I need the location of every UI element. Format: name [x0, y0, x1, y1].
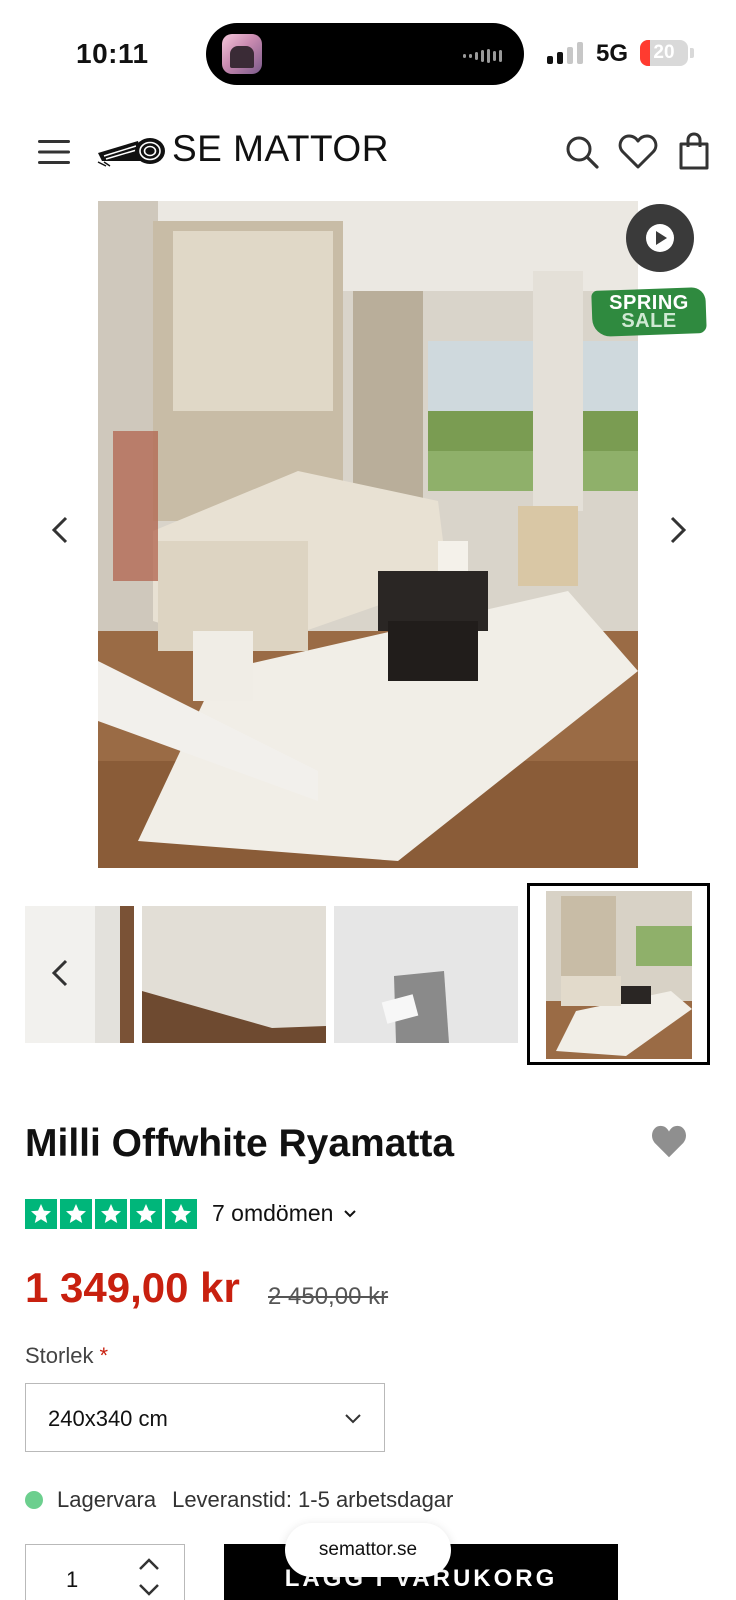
network-type: 5G [596, 40, 629, 67]
stock-label: Lagervara [57, 1487, 157, 1512]
battery-level: 20 [653, 42, 675, 63]
rolled-rug-logo-icon [97, 138, 165, 167]
size-label: Storlek * [25, 1343, 108, 1369]
chevron-down-icon [345, 1414, 361, 1424]
quantity-value: 1 [66, 1567, 79, 1592]
search-icon[interactable] [562, 132, 602, 172]
thumbnail-living-room [546, 891, 692, 1059]
quantity-decrease-icon[interactable] [136, 1581, 162, 1599]
stock-status: Lagervara Leveranstid: 1-5 arbetsdagar [25, 1487, 453, 1513]
battery-nub [690, 48, 694, 58]
status-time: 10:11 [76, 38, 149, 69]
size-label-text: Storlek [25, 1343, 94, 1368]
dynamic-island [206, 23, 524, 85]
rating-star-icon [95, 1199, 127, 1229]
rating-star-icon [130, 1199, 162, 1229]
reviews-count: 7 omdömen [212, 1200, 334, 1226]
current-price: 1 349,00 kr [25, 1264, 240, 1311]
thumbnail-previous-arrow-icon[interactable] [42, 955, 78, 991]
play-video-button[interactable] [626, 204, 694, 272]
product-title: Milli Offwhite Ryamatta [25, 1122, 455, 1165]
delivery-time: Leveranstid: 1-5 arbetsdagar [172, 1487, 454, 1512]
site-logo[interactable]: SE MATTOR [96, 128, 389, 170]
rating-star-icon [25, 1199, 57, 1229]
quantity-stepper[interactable]: 1 [25, 1544, 185, 1600]
thumbnail-rug-detail[interactable] [334, 906, 518, 1043]
menu-icon[interactable] [34, 134, 74, 170]
browser-url-pill[interactable]: semattor.se [285, 1523, 451, 1577]
thumbnail-selected[interactable] [527, 883, 710, 1065]
signal-icon [547, 42, 583, 64]
required-marker: * [99, 1343, 109, 1368]
now-playing-thumbnail [222, 34, 262, 74]
next-image-arrow-icon[interactable] [660, 512, 696, 548]
previous-image-arrow-icon[interactable] [42, 512, 78, 548]
sale-badge-line2: SALE [621, 310, 677, 332]
bag-icon[interactable] [676, 130, 712, 172]
rating-star-icon [60, 1199, 92, 1229]
rating-star-icon [165, 1199, 197, 1229]
rating-stars [25, 1199, 197, 1229]
product-main-image[interactable] [98, 201, 638, 868]
heart-icon[interactable] [617, 132, 659, 172]
battery-icon: 20 [640, 40, 688, 66]
logo-text: SE MATTOR [172, 128, 389, 169]
chevron-down-icon [344, 1209, 357, 1217]
quantity-increase-icon[interactable] [136, 1555, 162, 1573]
original-price: 2 450,00 kr [268, 1283, 389, 1310]
in-stock-dot-icon [25, 1491, 43, 1509]
size-selected-value: 240x340 cm [48, 1406, 168, 1431]
thumbnail-rug-floor[interactable] [142, 906, 326, 1043]
size-select[interactable]: 240x340 cm [25, 1383, 385, 1452]
spring-sale-badge: SPRING SALE [591, 287, 707, 337]
reviews-toggle[interactable]: 7 omdömen [212, 1200, 357, 1227]
audio-wave-icon [463, 49, 502, 63]
play-icon [646, 224, 674, 252]
favorite-heart-icon[interactable] [650, 1124, 688, 1160]
